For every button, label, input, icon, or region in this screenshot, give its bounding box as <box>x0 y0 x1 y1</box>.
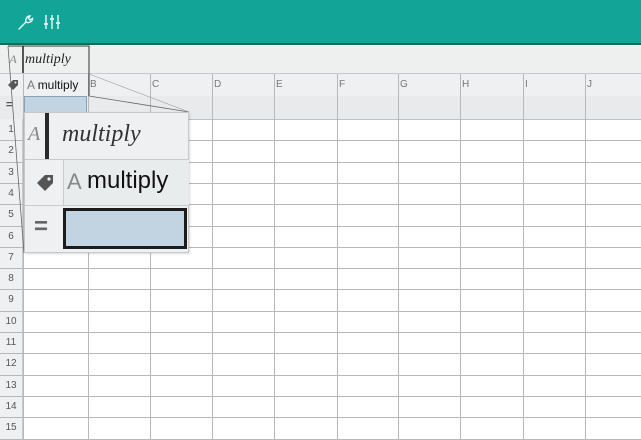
row-number[interactable]: 1 <box>0 119 22 140</box>
magnifier-tag-icon <box>37 175 53 191</box>
column-header-b[interactable]: B <box>90 77 97 93</box>
sliders-icon[interactable] <box>43 13 61 31</box>
row-gridline <box>0 268 641 270</box>
magnifier-formula-symbol: = <box>34 213 49 240</box>
row-number[interactable]: 7 <box>0 247 22 268</box>
row-gridline <box>0 310 641 312</box>
row-number[interactable]: 6 <box>0 226 22 247</box>
column-header-row: A multiply B C D E F G H I J <box>0 74 641 97</box>
row-gridline <box>0 395 641 397</box>
magnifier-panel: A multiply A multiply = <box>24 112 189 253</box>
column-a-header[interactable]: A multiply <box>27 77 78 93</box>
entry-line[interactable]: A multiply <box>0 46 641 74</box>
formula-symbol: = <box>6 99 13 111</box>
column-header-c[interactable]: C <box>152 77 159 93</box>
row-number[interactable]: 5 <box>0 204 22 225</box>
column-gridline <box>523 74 524 439</box>
magnifier-header-row: A multiply <box>25 160 189 206</box>
column-header-g[interactable]: G <box>400 77 408 93</box>
column-header-j[interactable]: J <box>587 77 592 93</box>
row-number[interactable]: 8 <box>0 268 22 289</box>
row-number[interactable]: 3 <box>0 162 22 183</box>
row-number[interactable]: 11 <box>0 332 22 353</box>
row-number[interactable]: 13 <box>0 375 22 396</box>
toolbar <box>0 0 641 43</box>
magnifier-separator <box>45 113 49 159</box>
column-header-h[interactable]: H <box>462 77 469 93</box>
row-gridline <box>0 332 641 333</box>
column-gridline <box>212 74 213 439</box>
row-gridline <box>0 374 641 376</box>
magnifier-column-name: multiply <box>87 167 169 194</box>
row-number[interactable]: 15 <box>0 417 22 438</box>
row-number[interactable]: 12 <box>0 353 22 374</box>
column-gridline <box>585 74 586 439</box>
column-gridline <box>274 74 275 439</box>
magnifier-formula-cell <box>63 208 187 249</box>
column-header-e[interactable]: E <box>276 77 283 93</box>
column-header-d[interactable]: D <box>214 77 221 93</box>
row-number-column: 1 2 3 4 5 6 7 8 9 10 11 12 13 14 15 <box>0 119 23 439</box>
magnifier-cell-ref: A <box>28 123 41 145</box>
column-gridline <box>398 74 399 439</box>
row-gridline <box>0 417 641 419</box>
column-gridline <box>460 74 461 439</box>
tag-icon <box>8 80 18 90</box>
column-header-i[interactable]: I <box>525 77 528 93</box>
row-gridline <box>0 353 641 355</box>
row-number[interactable]: 4 <box>0 183 22 204</box>
entry-separator <box>22 46 24 73</box>
column-a-letter: A <box>27 78 35 92</box>
entry-text[interactable]: multiply <box>25 48 71 71</box>
column-header-f[interactable]: F <box>339 77 345 93</box>
row-gridline <box>0 289 641 291</box>
magnifier-entry-row: A multiply <box>25 113 188 160</box>
magnifier-formula-row: = <box>25 206 188 252</box>
column-gridline <box>337 74 338 439</box>
row-number[interactable]: 10 <box>0 311 22 332</box>
magnifier-column-letter: A <box>67 169 82 194</box>
row-number[interactable]: 14 <box>0 396 22 417</box>
column-a-name: multiply <box>37 78 79 92</box>
magnifier-entry-text: multiply <box>62 121 141 147</box>
row-number[interactable]: 2 <box>0 140 22 161</box>
row-number[interactable]: 9 <box>0 289 22 310</box>
toolbar-divider <box>0 43 641 45</box>
wrench-icon[interactable] <box>17 13 35 31</box>
entry-cell-ref: A <box>9 52 17 66</box>
